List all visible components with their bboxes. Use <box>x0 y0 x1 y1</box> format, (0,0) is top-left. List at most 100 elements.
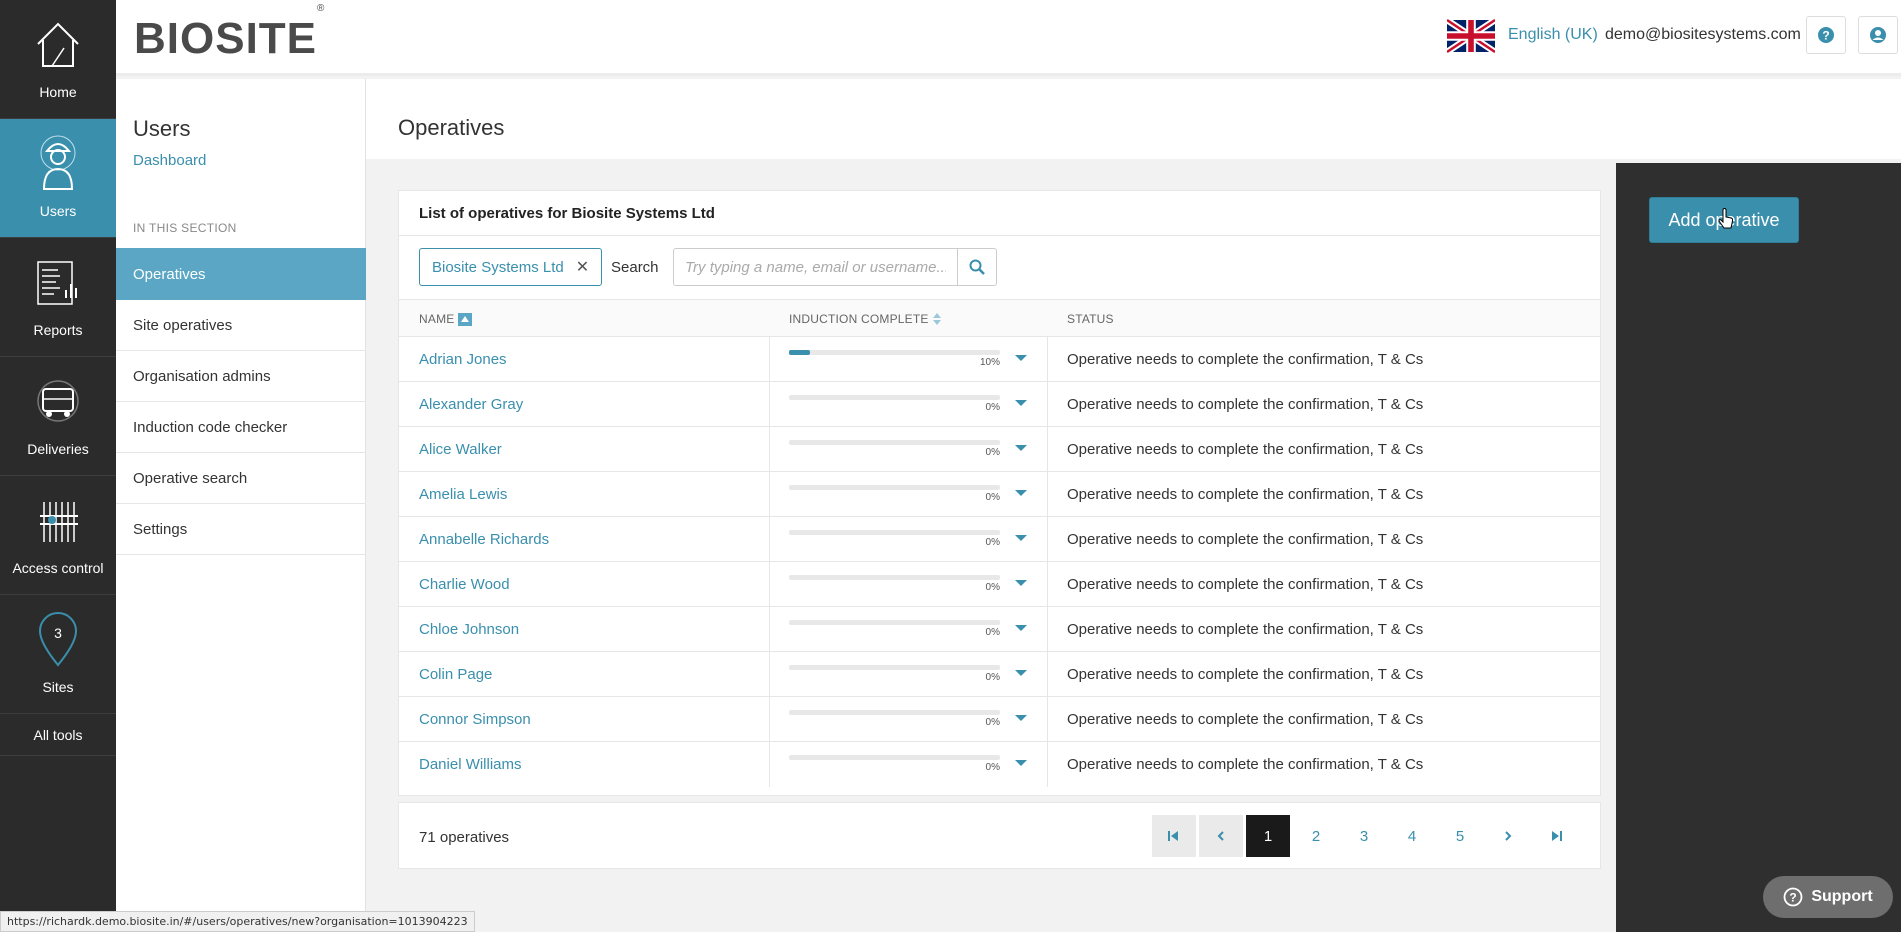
organisation-filter-tag[interactable]: Biosite Systems Ltd ✕ <box>419 248 603 286</box>
sidebar-item-site-operatives[interactable]: Site operatives <box>116 300 366 351</box>
chevron-down-icon[interactable] <box>1015 445 1027 451</box>
chevron-down-icon[interactable] <box>1015 535 1027 541</box>
map-pin-icon: 3 <box>38 612 78 667</box>
status-text: Operative needs to complete the confirma… <box>1067 486 1424 503</box>
chevron-down-icon[interactable] <box>1015 580 1027 586</box>
chevron-down-icon[interactable] <box>1015 760 1027 766</box>
last-page-button[interactable] <box>1534 815 1578 857</box>
access-control-icon <box>40 502 78 542</box>
rail-label: Home <box>39 84 77 100</box>
divider <box>399 235 1600 236</box>
chevron-down-icon[interactable] <box>1015 670 1027 676</box>
column-status: STATUS <box>1067 312 1114 326</box>
column-divider <box>769 562 770 606</box>
induction-progress-bar <box>789 395 1000 400</box>
uk-flag-icon[interactable] <box>1447 19 1495 53</box>
chevron-down-icon[interactable] <box>1015 625 1027 631</box>
induction-progress-bar <box>789 530 1000 535</box>
sort-ascending-icon[interactable] <box>458 312 473 326</box>
dashboard-link[interactable]: Dashboard <box>133 152 206 169</box>
chevron-down-icon[interactable] <box>1015 490 1027 496</box>
support-label: Support <box>1811 888 1873 905</box>
sidebar-item-operatives[interactable]: Operatives <box>116 248 366 300</box>
all-tools-button[interactable]: All tools <box>0 715 116 756</box>
column-divider <box>1047 652 1048 696</box>
table-body: Adrian Jones 10% Operative needs to comple… <box>399 337 1600 787</box>
rail-item-deliveries[interactable]: Deliveries <box>0 357 116 476</box>
operative-name-link[interactable]: Amelia Lewis <box>419 486 507 503</box>
chevron-down-icon[interactable] <box>1015 400 1027 406</box>
rail-item-users[interactable]: Users <box>0 119 116 238</box>
operative-name-link[interactable]: Alexander Gray <box>419 396 523 413</box>
section-nav: Operatives Site operatives Organisation … <box>116 248 366 555</box>
last-page-icon <box>1552 831 1562 841</box>
induction-percent: 0% <box>985 627 1000 638</box>
table-row: Daniel Williams 0% Operative needs to comp… <box>399 742 1600 787</box>
column-divider <box>769 517 770 561</box>
status-text: Operative needs to complete the confirma… <box>1067 666 1424 683</box>
rail-label: Reports <box>33 322 83 338</box>
search-button[interactable] <box>957 248 997 286</box>
column-name[interactable]: NAME <box>419 312 473 326</box>
table-row: Annabelle Richards 0% Operative needs to c… <box>399 517 1600 562</box>
home-icon <box>37 22 79 67</box>
column-induction[interactable]: INDUCTION COMPLETE <box>789 312 941 326</box>
sites-badge: 3 <box>54 625 62 641</box>
rail-item-access-control[interactable]: Access control <box>0 476 116 595</box>
induction-progress-bar <box>789 575 1000 580</box>
pagination-bar: 71 operatives 1 2 3 4 5 <box>398 802 1601 869</box>
induction-percent: 0% <box>985 492 1000 503</box>
support-button[interactable]: ? Support <box>1763 876 1893 918</box>
close-icon[interactable]: ✕ <box>576 257 589 277</box>
sidebar-item-settings[interactable]: Settings <box>116 504 366 555</box>
page-button-5[interactable]: 5 <box>1438 815 1482 857</box>
chevron-down-icon[interactable] <box>1015 355 1027 361</box>
next-page-button[interactable] <box>1486 815 1530 857</box>
page-button-2[interactable]: 2 <box>1294 815 1338 857</box>
column-divider <box>1047 337 1048 381</box>
help-circle-icon: ? <box>1783 887 1803 907</box>
search-input[interactable] <box>673 248 958 286</box>
operatives-card: List of operatives for Biosite Systems L… <box>398 190 1601 796</box>
page-button-4[interactable]: 4 <box>1390 815 1434 857</box>
operative-name-link[interactable]: Annabelle Richards <box>419 531 549 548</box>
first-page-button[interactable] <box>1152 815 1196 857</box>
sort-icon[interactable] <box>932 313 941 325</box>
sidebar-item-induction-code-checker[interactable]: Induction code checker <box>116 402 366 453</box>
column-divider <box>769 742 770 787</box>
rail-item-sites[interactable]: 3 Sites <box>0 595 116 714</box>
user-email[interactable]: demo@biositesystems.com <box>1605 26 1801 44</box>
status-url-bar: https://richardk.demo.biosite.in/#/users… <box>0 911 475 932</box>
previous-page-button[interactable] <box>1199 815 1243 857</box>
operative-name-link[interactable]: Chloe Johnson <box>419 621 519 638</box>
status-text: Operative needs to complete the confirma… <box>1067 621 1424 638</box>
account-button[interactable] <box>1858 16 1898 54</box>
induction-percent: 0% <box>985 402 1000 413</box>
operative-name-link[interactable]: Charlie Wood <box>419 576 510 593</box>
sidebar-item-operative-search[interactable]: Operative search <box>116 453 366 504</box>
chevron-down-icon[interactable] <box>1015 715 1027 721</box>
page-button-3[interactable]: 3 <box>1342 815 1386 857</box>
rail-item-reports[interactable]: Reports <box>0 238 116 357</box>
operative-name-link[interactable]: Daniel Williams <box>419 756 522 773</box>
table-header: NAME INDUCTION COMPLETE STATUS <box>399 299 1600 337</box>
induction-progress-bar <box>789 665 1000 670</box>
rail-item-home[interactable]: Home <box>0 0 116 119</box>
help-button[interactable]: ? <box>1806 16 1846 54</box>
operative-name-link[interactable]: Alice Walker <box>419 441 502 458</box>
language-selector[interactable]: English (UK) <box>1508 26 1598 44</box>
page-button-1[interactable]: 1 <box>1246 815 1290 857</box>
search-icon <box>969 259 985 275</box>
table-row: Adrian Jones 10% Operative needs to comple… <box>399 337 1600 382</box>
column-divider <box>769 382 770 426</box>
sidebar-item-organisation-admins[interactable]: Organisation admins <box>116 351 366 402</box>
biosite-logo[interactable]: BIOSITE® <box>134 3 325 64</box>
induction-progress-fill <box>789 350 811 355</box>
operative-name-link[interactable]: Colin Page <box>419 666 492 683</box>
operative-name-link[interactable]: Connor Simpson <box>419 711 531 728</box>
column-divider <box>1047 697 1048 741</box>
operative-name-link[interactable]: Adrian Jones <box>419 351 507 368</box>
column-divider <box>1047 742 1048 787</box>
rail-label: Sites <box>42 679 74 695</box>
induction-percent: 0% <box>985 762 1000 773</box>
